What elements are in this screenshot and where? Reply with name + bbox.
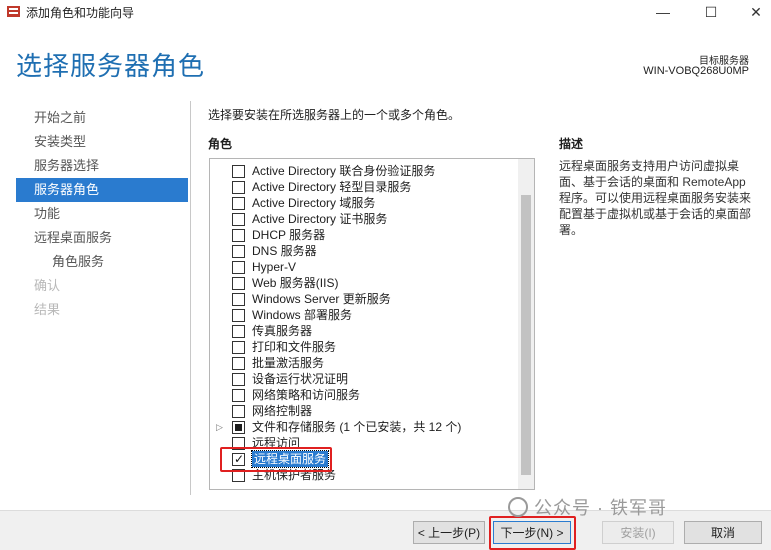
role-checkbox[interactable]	[232, 277, 245, 290]
nav-item-server-selection[interactable]: 服务器选择	[16, 154, 188, 178]
role-item[interactable]: Web 服务器(IIS)	[210, 275, 520, 291]
install-button: 安装(I)	[602, 521, 674, 544]
role-item[interactable]: 网络控制器	[210, 403, 520, 419]
remote-desktop-highlight	[220, 447, 332, 472]
nav-item-role-services[interactable]: 角色服务	[16, 250, 188, 274]
close-icon: ✕	[750, 3, 762, 20]
role-label: 设备运行状况证明	[252, 372, 349, 386]
role-label: Active Directory 证书服务	[252, 212, 388, 226]
nav-divider	[190, 101, 191, 495]
window-title: 添加角色和功能向导	[26, 6, 135, 20]
role-checkbox[interactable]	[232, 181, 245, 194]
role-checkbox[interactable]	[232, 373, 245, 386]
watermark-text: 公众号 · 铁军哥	[534, 498, 667, 518]
role-label: Active Directory 联合身份验证服务	[252, 164, 436, 178]
server-manager-icon	[7, 6, 20, 17]
roles-scrollbar[interactable]	[518, 159, 534, 489]
role-item[interactable]: Active Directory 轻型目录服务	[210, 179, 520, 195]
previous-button[interactable]: < 上一步(P)	[413, 521, 485, 544]
role-checkbox[interactable]	[232, 325, 245, 338]
role-label: 网络策略和访问服务	[252, 388, 361, 402]
role-label: Active Directory 轻型目录服务	[252, 180, 412, 194]
nav-item-before-you-begin[interactable]: 开始之前	[16, 106, 188, 130]
role-label: 批量激活服务	[252, 356, 325, 370]
role-checkbox[interactable]	[232, 229, 245, 242]
nav-item-features[interactable]: 功能	[16, 202, 188, 226]
target-server-name: WIN-VOBQ268U0MP	[643, 65, 749, 77]
watermark: 公众号 · 铁军哥	[508, 494, 667, 520]
description-text: 远程桌面服务支持用户访问虚拟桌面、基于会话的桌面和 RemoteApp 程序。可…	[559, 159, 752, 237]
role-item[interactable]: 批量激活服务	[210, 355, 520, 371]
role-item[interactable]: DNS 服务器	[210, 243, 520, 259]
minimize-button[interactable]: —	[640, 0, 686, 24]
role-checkbox[interactable]	[232, 213, 245, 226]
role-item[interactable]: 传真服务器	[210, 323, 520, 339]
role-item[interactable]: ▷ 文件和存储服务 (1 个已安装，共 12 个)	[210, 419, 520, 435]
instruction-text: 选择要安装在所选服务器上的一个或多个角色。	[208, 108, 461, 122]
role-item[interactable]: Active Directory 证书服务	[210, 211, 520, 227]
role-label: Web 服务器(IIS)	[252, 276, 339, 290]
cancel-button[interactable]: 取消	[684, 521, 762, 544]
role-checkbox[interactable]	[232, 197, 245, 210]
role-item[interactable]: 打印和文件服务	[210, 339, 520, 355]
role-label: 打印和文件服务	[252, 340, 337, 354]
close-button[interactable]: ✕	[733, 0, 771, 24]
role-checkbox[interactable]	[232, 309, 245, 322]
title-bar: 添加角色和功能向导 — ☐ ✕	[0, 0, 771, 24]
role-checkbox[interactable]	[232, 405, 245, 418]
role-item[interactable]: Active Directory 联合身份验证服务	[210, 163, 520, 179]
role-item[interactable]: Windows 部署服务	[210, 307, 520, 323]
role-checkbox[interactable]	[232, 293, 245, 306]
role-label: Active Directory 域服务	[252, 196, 376, 210]
nav-item-server-roles[interactable]: 服务器角色	[16, 178, 188, 202]
next-button-highlight	[489, 516, 576, 550]
maximize-button[interactable]: ☐	[688, 0, 734, 24]
nav-item-remote-desktop-services[interactable]: 远程桌面服务	[16, 226, 188, 250]
nav-item-results: 结果	[34, 302, 61, 317]
role-checkbox[interactable]	[232, 261, 245, 274]
role-checkbox[interactable]	[232, 357, 245, 370]
minimize-icon: —	[656, 4, 670, 20]
maximize-icon: ☐	[704, 3, 718, 20]
wechat-icon	[508, 497, 528, 517]
role-checkbox[interactable]	[232, 341, 245, 354]
role-item[interactable]: DHCP 服务器	[210, 227, 520, 243]
description-heading: 描述	[559, 137, 584, 151]
expand-arrow-icon[interactable]: ▷	[216, 419, 223, 435]
role-item[interactable]: 网络策略和访问服务	[210, 387, 520, 403]
wizard-nav: 开始之前 安装类型 服务器选择 服务器角色 功能 远程桌面服务 角色服务 确认 …	[16, 106, 188, 322]
roles-heading: 角色	[208, 137, 233, 151]
nav-item-confirmation: 确认	[34, 278, 61, 293]
role-label: Windows 部署服务	[252, 308, 353, 322]
roles-list[interactable]: Active Directory 联合身份验证服务 Active Director…	[209, 158, 535, 490]
role-label: 文件和存储服务 (1 个已安装，共 12 个)	[252, 420, 462, 434]
role-checkbox[interactable]	[232, 245, 245, 258]
role-checkbox[interactable]	[232, 165, 245, 178]
role-label: DHCP 服务器	[252, 228, 326, 242]
role-item[interactable]: Hyper-V	[210, 259, 520, 275]
role-label: 传真服务器	[252, 324, 313, 338]
role-item[interactable]: Windows Server 更新服务	[210, 291, 520, 307]
role-item[interactable]: Active Directory 域服务	[210, 195, 520, 211]
role-checkbox[interactable]	[232, 421, 245, 434]
page-title: 选择服务器角色	[16, 52, 206, 82]
role-label: Hyper-V	[252, 260, 297, 274]
role-label: DNS 服务器	[252, 244, 317, 258]
scrollbar-thumb[interactable]	[521, 195, 531, 475]
role-item[interactable]: 设备运行状况证明	[210, 371, 520, 387]
role-checkbox[interactable]	[232, 389, 245, 402]
role-label: 网络控制器	[252, 404, 313, 418]
role-label: Windows Server 更新服务	[252, 292, 391, 306]
nav-item-installation-type[interactable]: 安装类型	[16, 130, 188, 154]
